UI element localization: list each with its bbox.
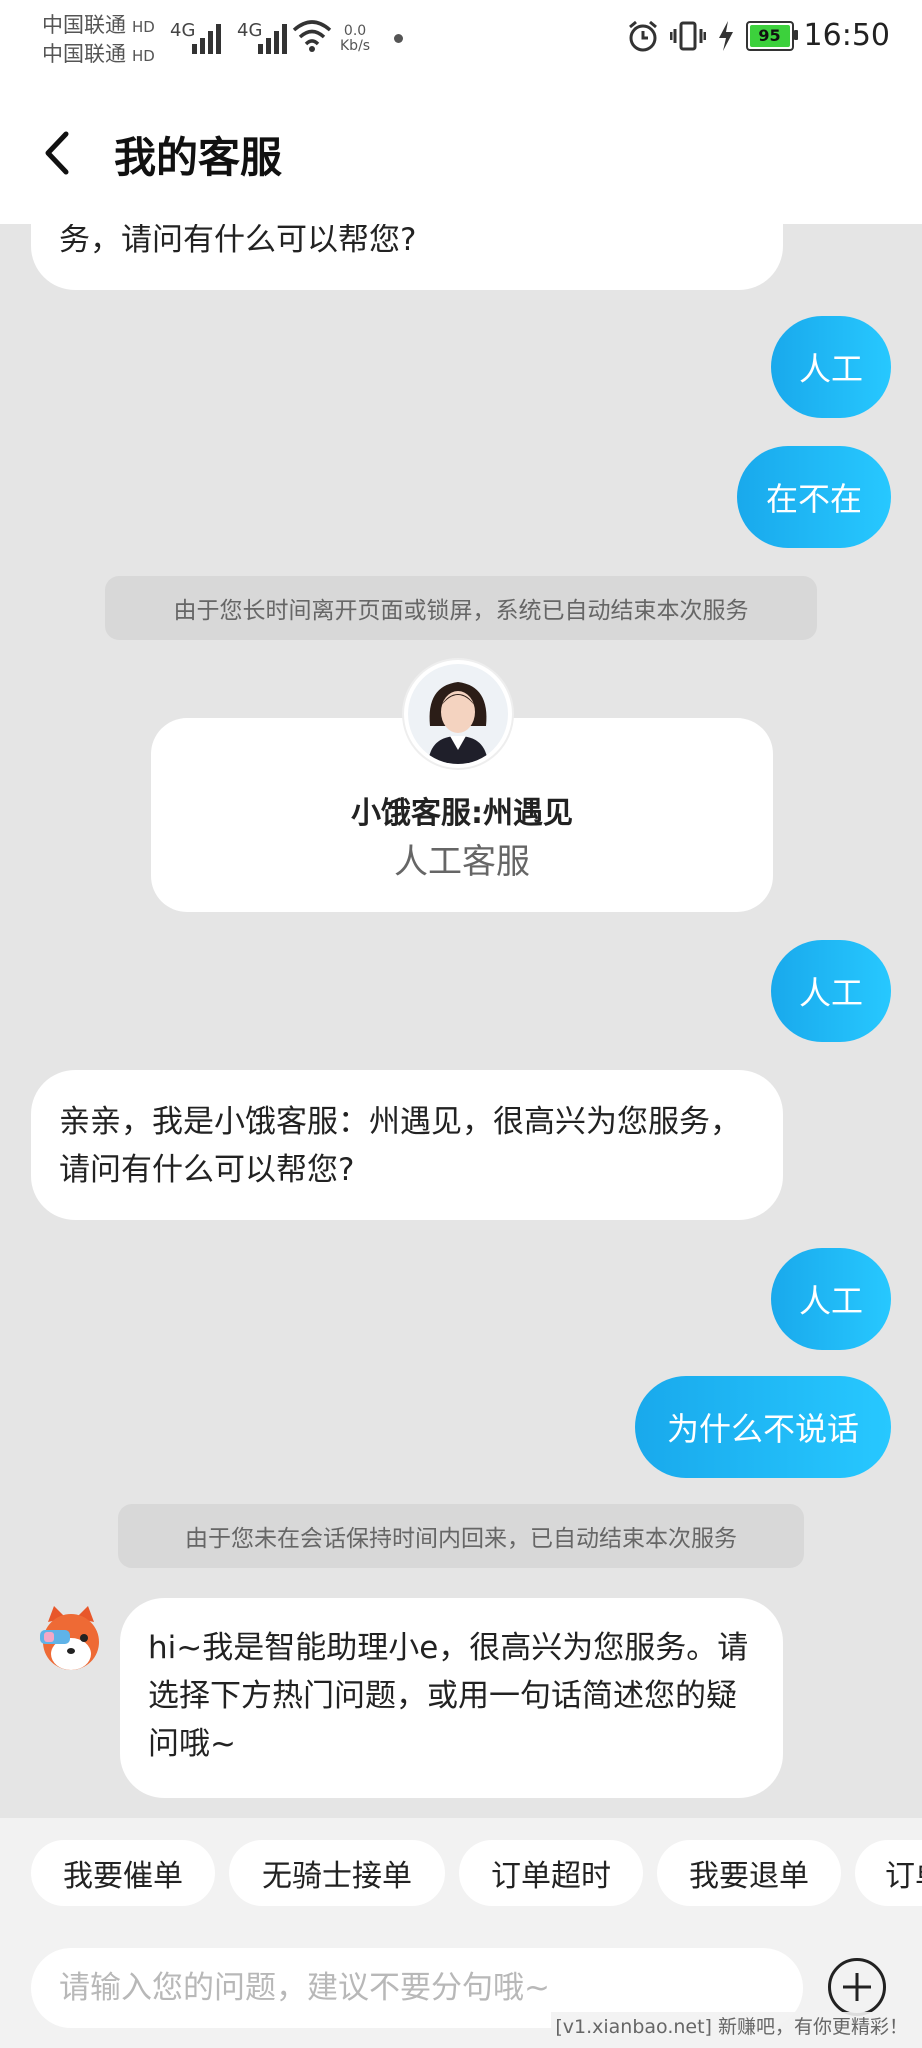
system-notice-text: 由于您长时间离开页面或锁屏，系统已自动结束本次服务 bbox=[173, 598, 749, 624]
status-right: 95 16:50 bbox=[626, 18, 890, 53]
speed-unit: Kb/s bbox=[340, 38, 371, 54]
wifi-icon bbox=[292, 20, 332, 52]
carrier-info: 中国联通 HD 中国联通 HD bbox=[42, 12, 155, 70]
system-notice-text: 由于您未在会话保持时间内回来，已自动结束本次服务 bbox=[185, 1526, 737, 1552]
message-text: 亲亲，我是小饿客服：州遇见，很高兴为您服务，请问有什么可以帮您? bbox=[59, 1104, 741, 1188]
system-notice: 由于您长时间离开页面或锁屏，系统已自动结束本次服务 bbox=[105, 576, 817, 640]
agent-avatar bbox=[404, 660, 512, 768]
vibrate-icon bbox=[669, 21, 706, 50]
quick-reply-chip[interactable]: 我要退单 bbox=[657, 1840, 841, 1906]
signal-icon-1 bbox=[192, 20, 221, 54]
quick-reply-chip[interactable]: 订单超时 bbox=[459, 1840, 643, 1906]
alarm-icon bbox=[628, 20, 657, 51]
battery-level: 95 bbox=[758, 26, 781, 45]
message-text: 人工 bbox=[799, 974, 864, 1012]
status-bar: 中国联通 HD 中国联通 HD 4G 4G 0.0 Kb/s 95 16:50 bbox=[0, 0, 922, 80]
carrier-name-1: 中国联通 bbox=[42, 13, 126, 37]
message-outgoing: 人工 bbox=[771, 1248, 891, 1350]
agent-role: 人工客服 bbox=[394, 842, 530, 882]
hd-label-2: HD bbox=[132, 47, 155, 65]
quick-reply-chip[interactable]: 无骑士接单 bbox=[229, 1840, 445, 1906]
message-text: 务，请问有什么可以帮您? bbox=[59, 222, 417, 258]
agent-name: 小饿客服:州遇见 bbox=[351, 796, 573, 831]
chevron-left-icon[interactable] bbox=[38, 128, 78, 178]
message-text: hi~我是智能助理小e，很高兴为您服务。请选择下方热门问题，或用一句话简述您的疑… bbox=[148, 1630, 749, 1762]
notification-dot bbox=[394, 34, 403, 43]
signal-icon-2 bbox=[258, 20, 287, 54]
watermark-text: [v1.xianbao.net] 新赚吧，有你更精彩！ bbox=[551, 2012, 912, 2039]
message-outgoing: 人工 bbox=[771, 316, 891, 418]
message-text: 人工 bbox=[799, 1282, 864, 1320]
carrier-name-2: 中国联通 bbox=[42, 42, 126, 66]
message-incoming: 亲亲，我是小饿客服：州遇见，很高兴为您服务，请问有什么可以帮您? bbox=[31, 1070, 783, 1220]
system-notice: 由于您未在会话保持时间内回来，已自动结束本次服务 bbox=[118, 1504, 804, 1568]
message-outgoing: 为什么不说话 bbox=[635, 1376, 891, 1478]
hd-label-1: HD bbox=[132, 18, 155, 36]
clock: 16:50 bbox=[803, 18, 890, 53]
message-text: 在不在 bbox=[765, 480, 862, 518]
speed-value: 0.0 bbox=[343, 23, 367, 39]
message-text: 为什么不说话 bbox=[666, 1410, 859, 1448]
message-outgoing: 人工 bbox=[771, 940, 891, 1042]
battery-icon: 95 bbox=[745, 20, 798, 51]
quick-reply-chip[interactable]: 我要催单 bbox=[31, 1840, 215, 1906]
plus-icon[interactable] bbox=[828, 1958, 886, 2016]
quick-reply-chip[interactable]: 订单 bbox=[855, 1840, 922, 1906]
network-speed: 0.0 Kb/s bbox=[340, 24, 370, 54]
page-title: 我的客服 bbox=[114, 133, 283, 182]
charging-icon bbox=[718, 20, 733, 51]
message-text: 人工 bbox=[799, 350, 864, 388]
bot-avatar-icon bbox=[40, 1606, 99, 1670]
message-bot: hi~我是智能助理小e，很高兴为您服务。请选择下方热门问题，或用一句话简述您的疑… bbox=[120, 1598, 783, 1798]
message-outgoing: 在不在 bbox=[737, 446, 891, 548]
